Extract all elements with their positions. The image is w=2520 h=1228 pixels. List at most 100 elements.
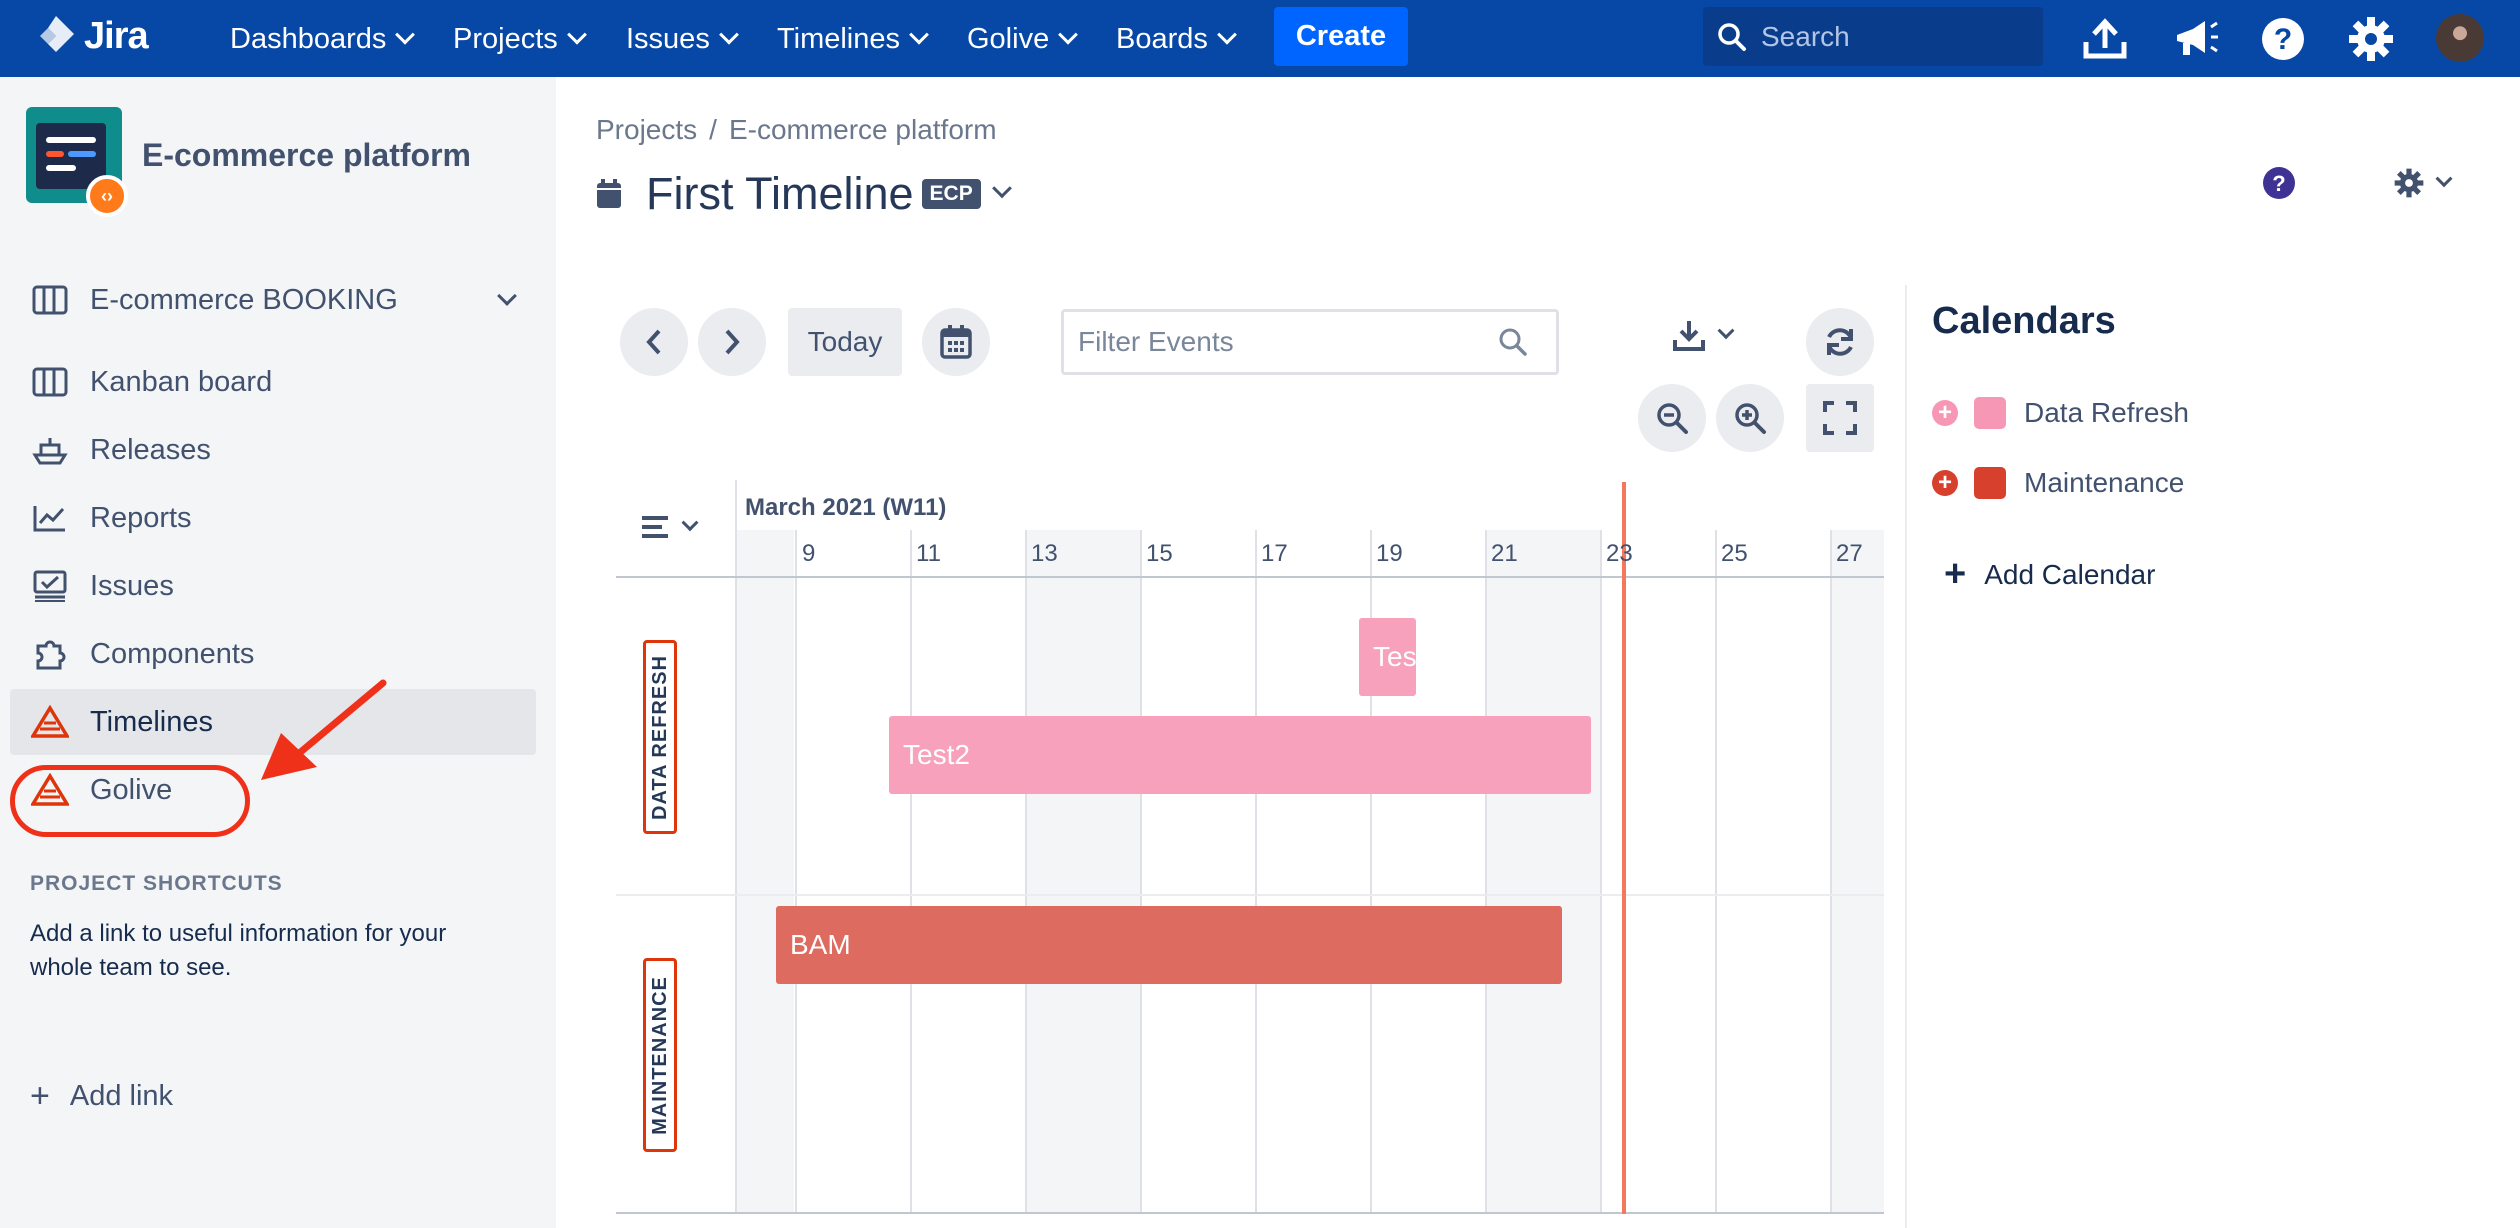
page-title: First Timeline [646,168,914,219]
today-button[interactable]: Today [788,308,902,376]
timelines-icon [30,702,70,742]
jira-logo-icon [40,16,74,52]
day-label: 11 [916,540,941,567]
add-calendar-label: Add Calendar [1984,558,2156,590]
project-avatar-line [46,165,76,171]
zoom-in-button[interactable] [1716,384,1784,452]
lane-label-data-refresh: DATA REFRESH [643,640,677,834]
chevron-down-icon [1216,24,1237,45]
sidebar-item-issues[interactable]: Issues [10,553,536,619]
event-label: Test [1373,641,1416,672]
sidebar-item-label: Releases [90,433,211,466]
event-test[interactable]: Test [1359,618,1416,696]
refresh-button[interactable] [1806,308,1874,376]
code-badge-icon: ‹› [86,175,128,217]
nav-projects[interactable]: Projects [453,17,587,61]
day-label: 19 [1376,540,1403,567]
board-icon [30,280,70,320]
date-picker-button[interactable] [922,308,990,376]
calendar-item-maintenance[interactable]: + Maintenance [1932,467,2184,499]
puzzle-icon [30,634,70,674]
day-label: 13 [1031,540,1058,567]
event-test2[interactable]: Test2 [889,716,1591,794]
gear-icon[interactable] [2344,12,2398,66]
board-selector-label: E-commerce BOOKING [90,283,398,316]
chevron-down-icon [566,24,587,45]
project-name[interactable]: E-commerce platform [142,137,471,174]
upload-icon[interactable] [2078,12,2132,66]
plus-icon: + [30,1077,50,1115]
day-label: 15 [1146,540,1173,567]
breadcrumb: Projects / E-commerce platform [596,114,997,146]
project-sidebar: ‹› E-commerce platform E-commerce BOOKIN… [0,77,556,1228]
settings-menu[interactable] [2394,168,2453,198]
sidebar-item-label: Timelines [90,705,214,738]
search-input[interactable] [1761,20,2021,53]
breadcrumb-project[interactable]: E-commerce platform [729,114,997,146]
chevron-down-icon [1058,24,1079,45]
nav-boards[interactable]: Boards [1116,17,1237,61]
day-label: 9 [802,540,816,567]
lane-label-text: MAINTENANCE [648,975,671,1135]
nav-label: Issues [626,22,710,55]
nav-golive[interactable]: Golive [967,17,1079,61]
project-avatar-line [46,137,96,143]
calendar-color-swatch [1974,397,2006,429]
chevron-down-icon[interactable] [991,178,1012,199]
annotation-arrow-icon [261,679,387,780]
title-row: First Timeline ECP [596,168,1012,220]
day-label: 25 [1721,540,1748,567]
breadcrumb-separator: / [709,114,717,145]
add-link-button[interactable]: + Add link [30,1077,173,1116]
plus-circle-icon[interactable]: + [1932,399,1958,426]
sidebar-item-kanban-board[interactable]: Kanban board [10,349,536,415]
avatar[interactable] [2436,14,2484,62]
create-button[interactable]: Create [1274,7,1408,66]
jira-logo[interactable]: Jira [34,14,149,58]
chevron-down-icon [497,286,517,306]
event-bam[interactable]: BAM [776,906,1562,984]
add-link-label: Add link [69,1080,174,1112]
help-icon[interactable]: ? [2256,12,2310,66]
zoom-out-button[interactable] [1638,384,1706,452]
sidebar-item-label: Components [90,637,255,670]
calendar-item-data-refresh[interactable]: + Data Refresh [1932,397,2189,429]
sidebar-item-reports[interactable]: Reports [10,485,536,551]
shortcuts-title: PROJECT SHORTCUTS [30,872,283,895]
nav-issues[interactable]: Issues [626,17,739,61]
plus-circle-icon[interactable]: + [1932,469,1958,496]
logo-text: Jira [84,14,149,57]
month-label: March 2021 (W11) [745,494,947,521]
fullscreen-icon [1823,401,1857,435]
export-button[interactable] [1672,318,1735,352]
refresh-icon [1827,328,1853,356]
breadcrumb-projects[interactable]: Projects [596,114,697,146]
board-selector[interactable]: E-commerce BOOKING [10,267,536,333]
chevron-down-icon [909,24,929,45]
calendar-color-swatch [1974,467,2006,499]
filter-events-input[interactable] [1078,326,1498,358]
kanban-board-icon [30,362,70,402]
nav-label: Boards [1116,22,1208,55]
lane-label-maintenance: MAINTENANCE [643,958,677,1152]
prev-button[interactable] [620,308,688,376]
fullscreen-button[interactable] [1806,384,1874,452]
svg-text:?: ? [2272,171,2285,196]
sidebar-item-label: Issues [90,569,174,602]
next-button[interactable] [698,308,766,376]
nav-dashboards[interactable]: Dashboards [230,17,416,61]
nav-label: Golive [967,22,1050,55]
calendars-title: Calendars [1932,300,2116,342]
calendar-label: Data Refresh [2024,397,2189,428]
day-label: 17 [1261,540,1288,567]
timeline-grid [616,480,1884,1214]
help-icon[interactable]: ? [2262,166,2296,205]
search-box[interactable] [1703,7,2043,66]
zoom-out-icon [1657,403,1688,434]
nav-timelines[interactable]: Timelines [777,17,929,61]
filter-events-field[interactable] [1061,309,1559,375]
chevron-down-icon [718,24,739,45]
sidebar-item-releases[interactable]: Releases [10,417,536,483]
megaphone-icon[interactable] [2168,12,2222,66]
add-calendar-button[interactable]: + Add Calendar [1944,553,2155,596]
